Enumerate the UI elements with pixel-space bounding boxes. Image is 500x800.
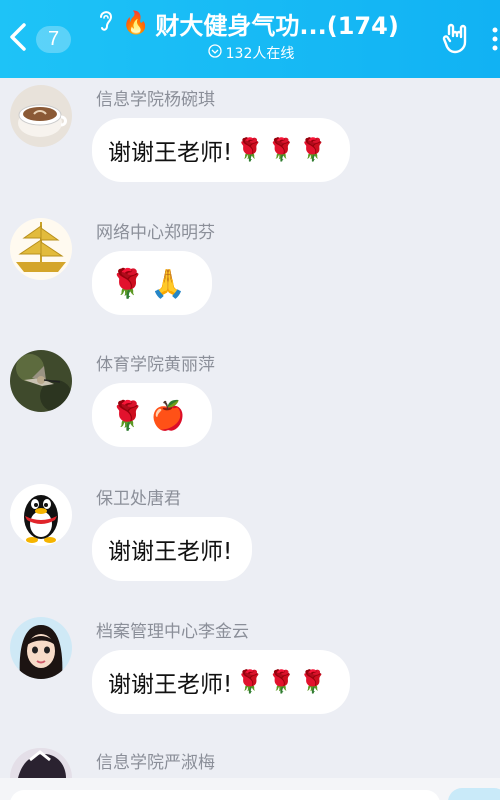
coffee-cup-icon — [10, 85, 72, 147]
message-bubble[interactable]: 谢谢王老师! — [92, 517, 253, 581]
avatar[interactable] — [10, 350, 72, 412]
avatar[interactable] — [10, 484, 72, 546]
rock-hand-icon[interactable] — [440, 22, 474, 56]
rose-apple-emoji: 🌹🍎 — [110, 398, 192, 432]
message-bubble[interactable]: 🌹🍎 — [92, 383, 212, 447]
hummingbird-icon — [10, 350, 72, 412]
sender-name: 保卫处唐君 — [96, 489, 181, 509]
golden-ship-icon — [10, 218, 72, 280]
message-bubble[interactable]: 谢谢王老师! 🌹🌹🌹 — [92, 650, 351, 714]
rose-emoji: 🌹🌹🌹 — [236, 137, 331, 163]
sender-name: 信息学院严淑梅 — [96, 753, 215, 773]
fire-icon: 🔥 — [122, 11, 150, 36]
sender-name: 网络中心郑明芬 — [96, 223, 215, 243]
chevron-left-icon — [6, 22, 32, 56]
avatar[interactable] — [10, 748, 72, 778]
avatar-partial-icon — [10, 748, 72, 778]
chat-screen: 7 🔥 财大健身气功...(174) 132人在线 信息学院杨碗琪 谢谢王老师!… — [0, 0, 500, 800]
more-icon[interactable] — [490, 26, 500, 52]
message-input[interactable] — [10, 790, 440, 800]
rose-emoji: 🌹🌹🌹 — [236, 669, 331, 695]
qq-penguin-icon — [10, 484, 72, 546]
message-text: 谢谢王老师! — [108, 539, 233, 565]
chevron-down-circle-icon — [207, 44, 222, 62]
message-text: 谢谢王老师! — [108, 672, 233, 698]
ear-icon — [96, 8, 116, 40]
online-count: 132人在线 — [225, 46, 295, 62]
message-bubble[interactable]: 谢谢王老师! 🌹🌹🌹 — [92, 118, 351, 182]
cartoon-girl-icon — [10, 617, 72, 679]
group-title-area[interactable]: 🔥 财大健身气功...(174) 132人在线 — [96, 6, 426, 63]
chat-header: 7 🔥 财大健身气功...(174) 132人在线 — [0, 0, 500, 78]
group-title: 财大健身气功...(174) — [155, 12, 399, 40]
avatar[interactable] — [10, 617, 72, 679]
sender-name: 信息学院杨碗琪 — [96, 90, 215, 110]
avatar[interactable] — [10, 85, 72, 147]
back-button[interactable]: 7 — [6, 20, 72, 58]
unread-count-badge: 7 — [36, 25, 72, 53]
sender-name: 体育学院黄丽萍 — [96, 355, 215, 375]
message-bubble[interactable]: 🌹🙏 — [92, 251, 212, 315]
send-button[interactable] — [448, 788, 500, 800]
rose-pray-emoji: 🌹🙏 — [110, 266, 192, 300]
sender-name: 档案管理中心李金云 — [96, 622, 249, 642]
avatar[interactable] — [10, 218, 72, 280]
message-text: 谢谢王老师! — [108, 140, 233, 166]
